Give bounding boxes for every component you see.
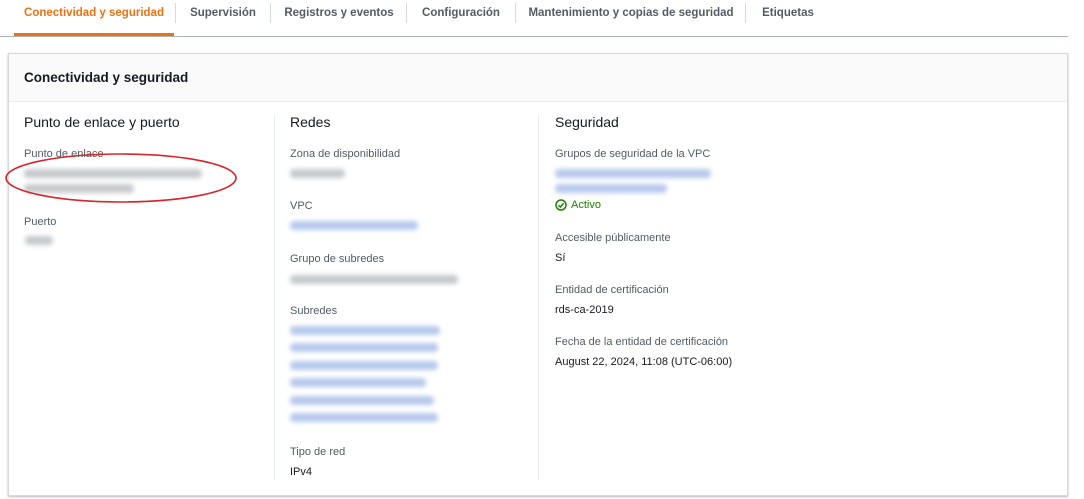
availability-zone-label: Zona de disponibilidad	[290, 148, 401, 160]
tab-monitoring[interactable]: Supervisión	[178, 0, 268, 34]
endpoint-port-heading: Punto de enlace y puerto	[24, 114, 180, 130]
certificate-authority-date-value: August 22, 2024, 11:08 (UTC-06:00)	[555, 356, 733, 368]
network-type-label: Tipo de red	[290, 446, 346, 458]
tab-separator	[270, 3, 271, 23]
security-group-link-redacted[interactable]	[555, 169, 711, 178]
subnet-group-value-redacted	[290, 275, 458, 284]
certificate-authority-label: Entidad de certificación	[555, 284, 669, 296]
subnet-link-redacted[interactable]	[290, 361, 438, 370]
security-group-status: Activo	[555, 199, 601, 211]
tab-separator	[515, 3, 516, 23]
security-group-link-redacted-line2[interactable]	[555, 184, 667, 193]
check-circle-icon	[555, 199, 567, 211]
connectivity-security-panel: Conectividad y seguridad Punto de enlace…	[8, 53, 1068, 496]
network-type-value: IPv4	[290, 466, 313, 478]
tab-connectivity-security[interactable]: Conectividad y seguridad	[14, 0, 174, 36]
publicly-accessible-value: Sí	[555, 252, 566, 264]
panel-header: Conectividad y seguridad	[9, 54, 1067, 102]
panel-title: Conectividad y seguridad	[24, 70, 189, 85]
tab-separator	[175, 3, 176, 23]
tab-separator	[745, 3, 746, 23]
certificate-authority-value: rds-ca-2019	[555, 304, 614, 316]
vpc-link-redacted[interactable]	[290, 221, 418, 230]
security-heading: Seguridad	[555, 114, 619, 130]
subnets-label: Subredes	[290, 305, 338, 317]
tab-configuration[interactable]: Configuración	[410, 0, 512, 34]
tab-bar: Conectividad y seguridad Supervisión Reg…	[0, 0, 1068, 37]
status-text: Activo	[571, 199, 601, 211]
tab-logs-events[interactable]: Registros y eventos	[273, 0, 405, 34]
availability-zone-value-redacted	[290, 169, 345, 178]
column-divider	[538, 114, 539, 480]
port-label: Puerto	[24, 216, 57, 228]
subnet-link-redacted[interactable]	[290, 326, 440, 335]
subnet-group-label: Grupo de subredes	[290, 253, 385, 265]
vpc-label: VPC	[290, 200, 313, 212]
column-divider	[274, 114, 275, 480]
tab-tags[interactable]: Etiquetas	[750, 0, 826, 34]
certificate-authority-date-label: Fecha de la entidad de certificación	[555, 336, 729, 348]
subnet-link-redacted[interactable]	[290, 343, 438, 352]
port-value-redacted	[25, 236, 53, 245]
subnet-link-redacted[interactable]	[290, 396, 434, 405]
network-heading: Redes	[290, 114, 331, 130]
subnet-link-redacted[interactable]	[290, 378, 426, 387]
tab-separator	[406, 3, 407, 23]
publicly-accessible-label: Accesible públicamente	[555, 232, 671, 244]
subnet-link-redacted[interactable]	[290, 413, 438, 422]
vpc-security-groups-label: Grupos de seguridad de la VPC	[555, 148, 711, 160]
tab-maintenance-backups[interactable]: Mantenimiento y copias de seguridad	[520, 0, 742, 34]
annotation-ellipse	[5, 153, 237, 203]
